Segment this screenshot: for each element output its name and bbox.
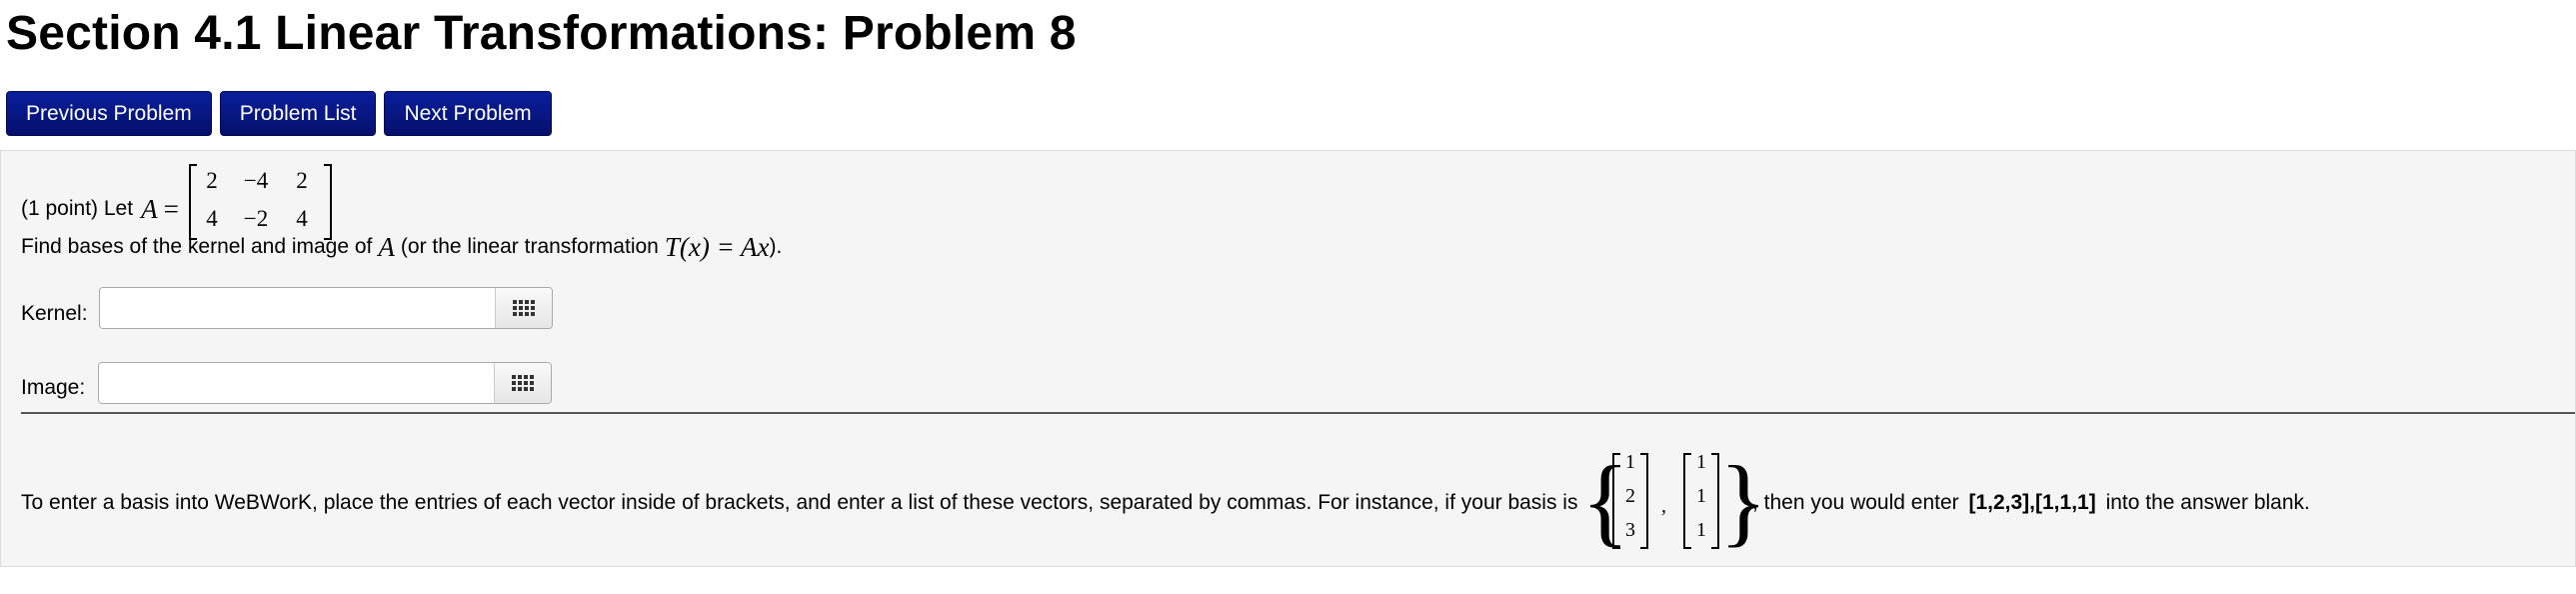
problem-list-button[interactable]: Problem List [219, 91, 377, 136]
keyboard-grid-icon [513, 300, 535, 316]
kernel-answer-field [99, 287, 553, 329]
matrix-variable: A [141, 193, 158, 224]
image-answer-field [98, 362, 552, 404]
hint-example-answer: [1,2,3],[1,1,1] [1968, 491, 2096, 514]
vector-entry: 1 [1696, 485, 1706, 507]
problem-body: (1 point) Let A = 2 −4 2 4 −2 4 Find bas… [0, 150, 2576, 567]
vector-entry: 2 [1625, 485, 1635, 507]
vector-entry: 1 [1625, 451, 1635, 473]
image-input[interactable] [99, 363, 494, 403]
kernel-input[interactable] [100, 288, 495, 328]
hint-after-text: into the answer blank. [2105, 491, 2310, 514]
instruction-text: (or the linear transformation [400, 235, 659, 258]
vector-entry: 1 [1696, 519, 1706, 541]
image-label: Image: [21, 376, 86, 399]
vector-entry: 3 [1625, 519, 1635, 541]
example-vector: 1 1 1 [1683, 449, 1719, 549]
transformation-formula: T(x) = Ax [664, 231, 770, 262]
hint-text: To enter a basis into WeBWorK, place the… [21, 491, 1578, 514]
matrix-cell: 2 [296, 168, 308, 193]
image-equation-editor-button[interactable] [494, 363, 551, 403]
kernel-label: Kernel: [21, 302, 88, 325]
example-vector: 1 2 3 [1612, 449, 1648, 549]
hint-continuation: , then you would enter [1,2,3],[1,1,1] i… [1752, 486, 2310, 520]
problem-navigation: Previous Problem Problem List Next Probl… [6, 91, 560, 136]
page-title: Section 4.1 Linear Transformations: Prob… [6, 7, 1077, 60]
next-problem-button[interactable]: Next Problem [384, 91, 552, 136]
equals-sign: = [163, 193, 179, 224]
hint-middle-text: , then you would enter [1752, 491, 1959, 514]
instruction-text: ). [769, 235, 783, 258]
kernel-equation-editor-button[interactable] [495, 288, 552, 328]
points-prefix: (1 point) Let [21, 197, 134, 220]
instruction-variable: A [378, 231, 395, 262]
matrix-cell: 2 [206, 168, 218, 193]
previous-problem-button[interactable]: Previous Problem [6, 91, 212, 136]
matrix-cell: −4 [243, 168, 269, 193]
vector-separator: , [1661, 495, 1666, 517]
vector-entry: 1 [1696, 451, 1706, 473]
keyboard-grid-icon [512, 375, 534, 391]
instruction-line: Find bases of the kernel and image of A … [21, 227, 782, 267]
instruction-text: Find bases of the kernel and image of [21, 235, 373, 258]
section-divider [21, 412, 2575, 414]
